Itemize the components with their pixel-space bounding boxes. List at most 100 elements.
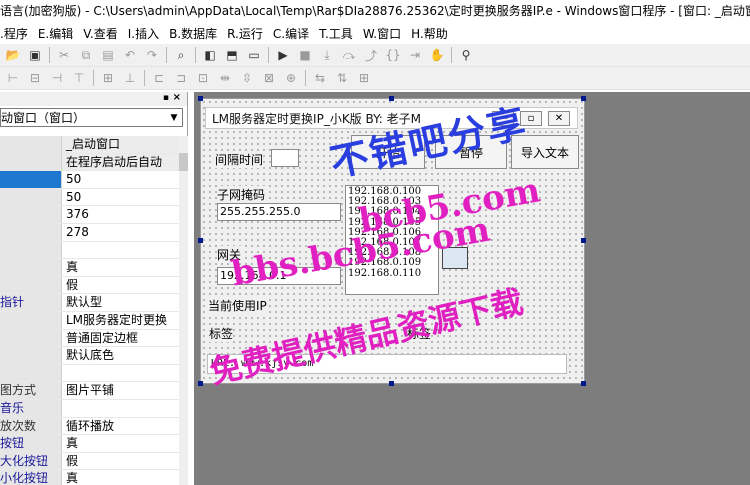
property-value[interactable]: LM服务器定时更换 [62,311,179,329]
space-horizontal-icon[interactable]: ⇹ [214,68,236,88]
cut-icon[interactable]: ✂ [53,45,75,65]
property-row[interactable] [0,364,179,383]
order-front-icon[interactable]: ⇆ [309,68,331,88]
close-icon[interactable]: ✕ [548,111,570,126]
property-row[interactable]: 指针 默认型 [0,294,179,312]
property-value[interactable]: 376 [62,206,179,223]
property-row[interactable]: 小化按钮真 [0,470,179,485]
property-row[interactable]: 50 [0,171,179,189]
property-value[interactable]: 循环播放 [62,417,179,435]
menu-window[interactable]: W.窗口 [363,25,407,42]
redo-icon[interactable]: ↷ [141,45,163,65]
align-bottom-icon[interactable]: ⊥ [119,68,141,88]
property-scrollbar[interactable] [179,136,188,485]
property-row[interactable]: 376 [0,206,179,224]
center-horizontal-icon[interactable]: ⊠ [258,68,280,88]
interval-input[interactable] [271,149,299,167]
property-value[interactable]: 278 [62,223,179,241]
property-value[interactable]: 假 [62,452,179,470]
property-value[interactable]: 真 [62,435,179,452]
run-to-cursor-icon[interactable]: ⇥ [404,45,426,65]
property-row[interactable]: LM服务器定时更换 [0,311,179,330]
same-size-icon[interactable]: ⊡ [192,68,214,88]
property-value[interactable] [62,399,179,417]
step-out-icon[interactable]: ⤴ [360,45,382,65]
layout-top-icon[interactable]: ⬒ [221,45,243,65]
scrollbar-thumb[interactable] [179,153,188,171]
menu-database[interactable]: B.数据库 [169,25,223,42]
property-value[interactable]: 在程序启动后自动 [62,153,179,171]
component-selector[interactable]: 动窗口（窗口） ▼ [0,108,183,127]
find-icon[interactable]: ⌕ [170,45,192,65]
property-row[interactable]: 放次数 循环播放 [0,417,179,436]
property-value[interactable]: _启动窗口 [62,136,179,153]
menu-view[interactable]: V.查看 [83,25,123,42]
property-row[interactable]: _启动窗口 [0,136,179,154]
order-back-icon[interactable]: ⇅ [331,68,353,88]
property-value[interactable]: 图片平铺 [62,382,179,399]
open-folder-icon[interactable]: 📂 [2,45,24,65]
step-over-icon[interactable]: ⤼ [338,45,360,65]
save-icon[interactable]: ▣ [24,45,46,65]
property-row[interactable]: 图方式 图片平铺 [0,382,179,400]
resize-handle[interactable] [198,238,203,243]
property-value[interactable]: 50 [62,188,179,206]
menu-edit[interactable]: E.编辑 [38,25,79,42]
property-value[interactable]: 默认底色 [62,347,179,364]
property-row[interactable]: 音乐 [0,399,179,418]
close-icon[interactable]: × [173,92,181,103]
resize-handle[interactable] [389,381,394,386]
space-vertical-icon[interactable]: ⇳ [236,68,258,88]
menu-help[interactable]: H.帮助 [411,25,454,42]
same-width-icon[interactable]: ⊏ [148,68,170,88]
property-value[interactable] [62,364,179,382]
hand-icon[interactable]: ✋ [426,45,448,65]
same-height-icon[interactable]: ⊐ [170,68,192,88]
align-top-icon[interactable]: ⊤ [68,68,90,88]
property-value[interactable]: 默认型 [62,294,179,311]
property-row[interactable]: 在程序启动后自动 [0,153,179,172]
property-row[interactable]: 真 [0,259,179,277]
resize-handle[interactable] [581,96,586,101]
pin-icon[interactable]: ▪ [163,93,169,103]
resize-handle[interactable] [581,381,586,386]
layout-left-icon[interactable]: ◧ [199,45,221,65]
subnet-input[interactable]: 255.255.255.0 [217,203,341,221]
chevron-down-icon[interactable]: ▼ [166,109,182,126]
stop-icon[interactable]: ■ [294,45,316,65]
property-row[interactable]: 普通固定边框 [0,329,179,348]
property-value[interactable]: 真 [62,470,179,485]
resize-handle[interactable] [389,96,394,101]
menu-run[interactable]: R.运行 [227,25,269,42]
step-into-icon[interactable]: ⤓ [316,45,338,65]
property-row[interactable]: 278 [0,223,179,242]
property-row[interactable]: 50 [0,188,179,207]
property-value[interactable]: 普通固定边框 [62,329,179,347]
menu-insert[interactable]: I.插入 [128,25,165,42]
property-row[interactable] [0,241,179,260]
center-vertical-icon[interactable]: ⊕ [280,68,302,88]
resize-handle[interactable] [198,381,203,386]
undo-icon[interactable]: ↶ [119,45,141,65]
run-icon[interactable]: ▶ [272,45,294,65]
menu-tools[interactable]: T.工具 [319,25,359,42]
property-row[interactable]: 大化按钮假 [0,452,179,471]
braces-icon[interactable]: {} [382,45,404,65]
grid-icon[interactable]: ⊞ [353,68,375,88]
binoculars-icon[interactable]: ⚲ [455,45,477,65]
property-row[interactable]: 按钮真 [0,435,179,453]
align-left-icon[interactable]: ⊢ [2,68,24,88]
property-row[interactable]: 默认底色 [0,347,179,365]
property-value[interactable]: 假 [62,276,179,294]
resize-handle[interactable] [198,96,203,101]
property-value[interactable] [62,241,179,259]
property-row[interactable]: 假 [0,276,179,295]
paste-icon[interactable]: ▤ [97,45,119,65]
layout-window-icon[interactable]: ▭ [243,45,265,65]
property-value[interactable]: 真 [62,259,179,276]
align-right-icon[interactable]: ⊣ [46,68,68,88]
property-value[interactable]: 50 [62,171,179,188]
copy-icon[interactable]: ⧉ [75,45,97,65]
resize-handle[interactable] [581,238,586,243]
menu-program[interactable]: .程序 [0,25,34,42]
